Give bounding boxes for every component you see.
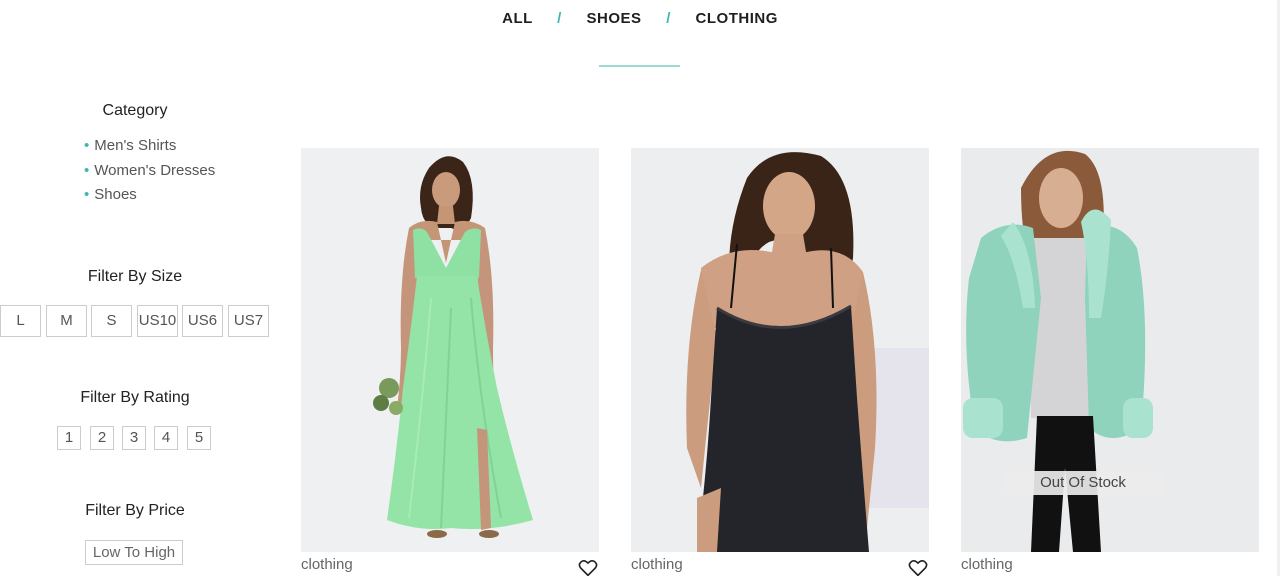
size-button[interactable]: US6 bbox=[182, 305, 223, 337]
bullet-icon: • bbox=[84, 186, 90, 203]
product-card[interactable]: Out Of Stock clothing bbox=[961, 148, 1259, 573]
product-image[interactable]: Out Of Stock bbox=[961, 148, 1259, 552]
rating-filter-heading: Filter By Rating bbox=[80, 389, 190, 406]
category-heading: Category bbox=[102, 102, 168, 119]
category-label: Women's Dresses bbox=[94, 161, 216, 179]
category-label: Men's Shirts bbox=[94, 137, 177, 154]
size-button[interactable]: L bbox=[0, 305, 41, 337]
product-category-label: clothing bbox=[301, 556, 353, 573]
nav-clothing-link[interactable]: CLOTHING bbox=[696, 10, 778, 27]
out-of-stock-badge: Out Of Stock bbox=[1002, 471, 1164, 495]
size-button[interactable]: US7 bbox=[228, 305, 269, 337]
product-image[interactable] bbox=[301, 148, 599, 552]
rating-button[interactable]: 2 bbox=[90, 426, 114, 450]
size-filter-heading: Filter By Size bbox=[87, 268, 183, 285]
category-label: Shoes bbox=[94, 186, 137, 203]
product-card[interactable]: clothing bbox=[631, 148, 929, 576]
nav-underline bbox=[599, 65, 680, 67]
rating-button[interactable]: 1 bbox=[57, 426, 81, 450]
black-slip-illustration bbox=[631, 148, 929, 552]
category-item[interactable]: • Men's Shirts bbox=[84, 136, 215, 161]
category-item[interactable]: • Shoes bbox=[84, 185, 215, 210]
price-filter-heading: Filter By Price bbox=[85, 502, 185, 519]
green-dress-illustration bbox=[301, 148, 599, 552]
nav-separator: / bbox=[557, 10, 562, 27]
category-list: • Men's Shirts • Women's Dresses • Shoes bbox=[84, 136, 215, 210]
bullet-icon: • bbox=[84, 137, 90, 154]
product-category-label: clothing bbox=[961, 556, 1013, 573]
product-card[interactable]: clothing bbox=[301, 148, 599, 576]
rating-button[interactable]: 3 bbox=[122, 426, 146, 450]
rating-button[interactable]: 4 bbox=[154, 426, 178, 450]
rating-button[interactable]: 5 bbox=[187, 426, 211, 450]
size-button[interactable]: M bbox=[46, 305, 87, 337]
category-item[interactable]: • Women's Dresses bbox=[84, 161, 215, 186]
product-category-label: clothing bbox=[631, 556, 683, 573]
heart-icon[interactable] bbox=[578, 559, 598, 576]
filter-sidebar: Category • Men's Shirts • Women's Dresses … bbox=[0, 0, 270, 576]
nav-shoes-link[interactable]: SHOES bbox=[587, 10, 642, 27]
size-button[interactable]: US10 bbox=[137, 305, 178, 337]
heart-icon[interactable] bbox=[908, 559, 928, 576]
product-image[interactable] bbox=[631, 148, 929, 552]
size-button[interactable]: S bbox=[91, 305, 132, 337]
price-sort-button[interactable]: Low To High bbox=[85, 540, 183, 565]
nav-all-link[interactable]: ALL bbox=[502, 10, 532, 27]
bullet-icon: • bbox=[84, 161, 90, 179]
nav-separator: / bbox=[666, 10, 671, 27]
